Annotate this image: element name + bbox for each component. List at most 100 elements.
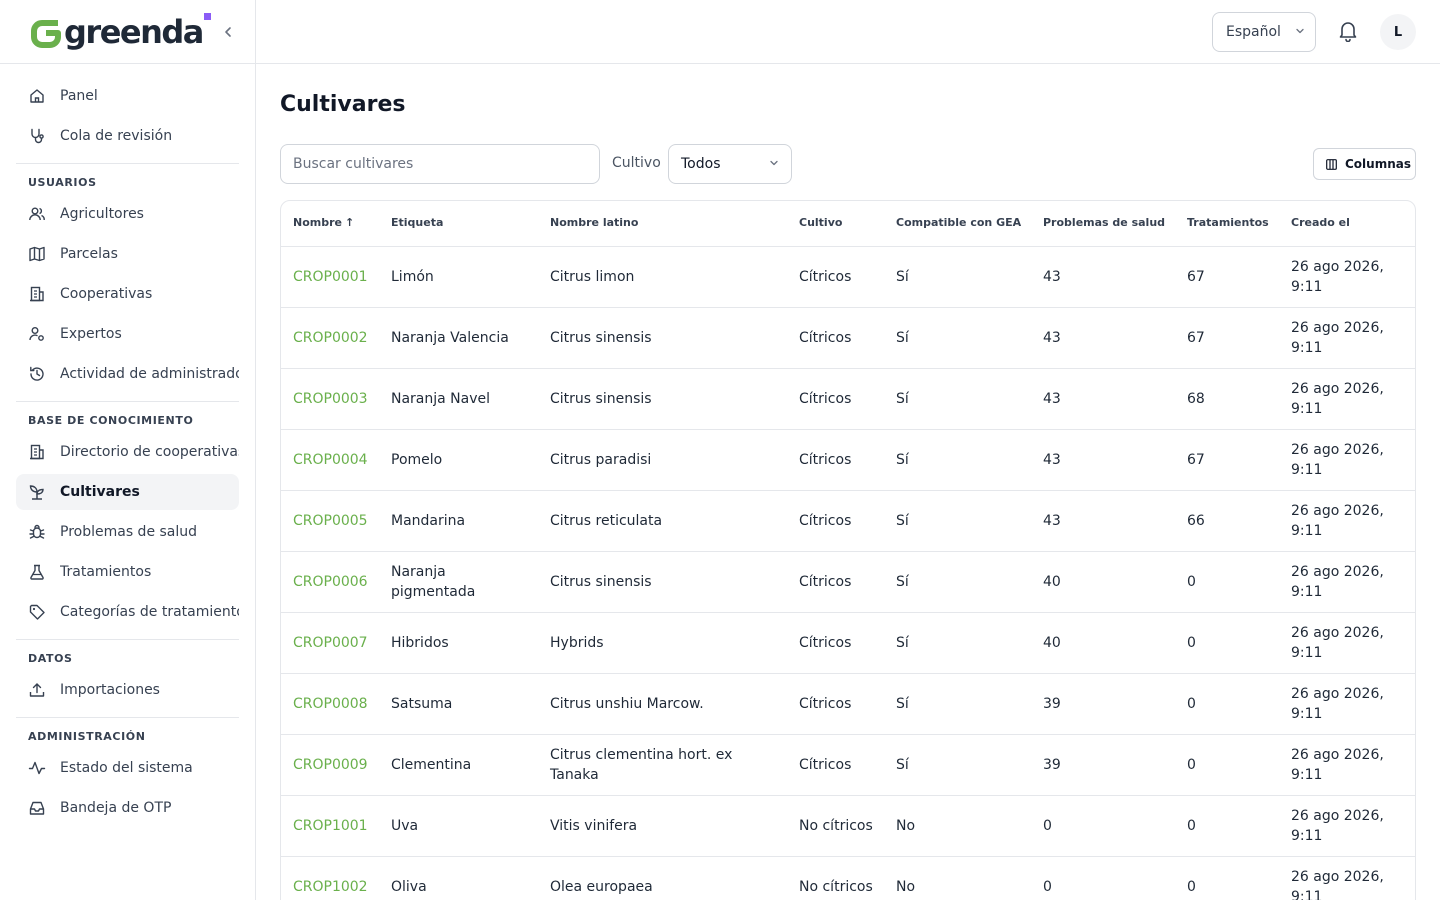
cell-crop: Cítricos (787, 307, 884, 369)
building-icon (28, 443, 46, 461)
bug-icon (28, 523, 46, 541)
cell-health-issues: 0 (1031, 856, 1175, 900)
table-row[interactable]: CROP0002 Naranja Valencia Citrus sinensis C… (281, 307, 1415, 369)
sidebar-item-expertos[interactable]: Expertos (16, 316, 239, 352)
cell-code[interactable]: CROP0005 (281, 490, 379, 552)
sidebar-item-cola-de-revision[interactable]: Cola de revisión (16, 118, 239, 154)
header-creado-el[interactable]: Creado el (1279, 201, 1415, 247)
sidebar-item-actividad-de-administrador[interactable]: Actividad de administrador (16, 356, 239, 392)
sidebar-item-panel[interactable]: Panel (16, 78, 239, 114)
table-row[interactable]: CROP0003 Naranja Navel Citrus sinensis Cítr… (281, 368, 1415, 430)
table-header-row: Nombre ↑ Etiqueta Nombre latino Cultivo Compa… (281, 201, 1415, 247)
cell-label: Oliva (379, 856, 538, 900)
cell-crop: Cítricos (787, 551, 884, 613)
cell-code[interactable]: CROP0008 (281, 673, 379, 735)
header-label: Problemas de salud (1043, 216, 1166, 230)
sidebar-item-problemas-de-salud[interactable]: Problemas de salud (16, 514, 239, 550)
sidebar-item-cultivares[interactable]: Cultivares (16, 474, 239, 510)
cell-code[interactable]: CROP1002 (281, 856, 379, 900)
header-nombre-latino[interactable]: Nombre latino (538, 201, 787, 247)
header-label: Creado el (1291, 216, 1350, 230)
inbox-icon (28, 799, 46, 817)
header-cultivo[interactable]: Cultivo (787, 201, 884, 247)
table-row[interactable]: CROP0005 Mandarina Citrus reticulata Cítric… (281, 490, 1415, 552)
sidebar-section-heading: ADMINISTRACIÓN (28, 730, 146, 743)
brand-dot (203, 12, 211, 20)
user-avatar[interactable]: L (1380, 14, 1416, 50)
sidebar-item-label: Directorio de cooperativas (60, 444, 239, 460)
search-input[interactable] (280, 144, 600, 184)
table-row[interactable]: CROP0004 Pomelo Citrus paradisi Cítricos Sí 4… (281, 429, 1415, 491)
cell-health-issues: 43 (1031, 490, 1175, 552)
sidebar-item-bandeja-de-otp[interactable]: Bandeja de OTP (16, 790, 239, 826)
cell-code[interactable]: CROP0004 (281, 429, 379, 491)
table-row[interactable]: CROP0009 Clementina Citrus clementina hort… (281, 734, 1415, 796)
cell-health-issues: 43 (1031, 246, 1175, 308)
chevron-left-icon (225, 27, 231, 37)
language-value: Español (1226, 24, 1281, 40)
cell-crop: No cítricos (787, 856, 884, 900)
cell-treatments: 67 (1175, 307, 1279, 369)
sidebar-section-heading: USUARIOS (28, 176, 97, 189)
cultivars-table: Nombre ↑ Etiqueta Nombre latino Cultivo Compa… (280, 200, 1416, 900)
sidebar-divider (16, 717, 239, 718)
cell-treatments: 0 (1175, 551, 1279, 613)
columns-button[interactable]: Columnas (1313, 148, 1416, 180)
cell-created-at: 26 ago 2026, 9:11 (1279, 612, 1415, 674)
sidebar-item-parcelas[interactable]: Parcelas (16, 236, 239, 272)
cell-gea-compatible: No (884, 856, 1031, 900)
users-icon (28, 205, 46, 223)
building-icon (28, 285, 46, 303)
notifications-bell-icon[interactable] (1338, 20, 1358, 43)
cell-code[interactable]: CROP0002 (281, 307, 379, 369)
sidebar-item-label: Estado del sistema (60, 760, 193, 776)
cell-created-at: 26 ago 2026, 9:11 (1279, 551, 1415, 613)
tag-icon (28, 603, 46, 621)
sidebar-item-cooperativas[interactable]: Cooperativas (16, 276, 239, 312)
cell-code[interactable]: CROP0009 (281, 734, 379, 796)
cell-health-issues: 39 (1031, 734, 1175, 796)
cell-code[interactable]: CROP1001 (281, 795, 379, 857)
header-compatible-gea[interactable]: Compatible con GEA (884, 201, 1031, 247)
cell-code[interactable]: CROP0006 (281, 551, 379, 613)
header-etiqueta[interactable]: Etiqueta (379, 201, 538, 247)
table-row[interactable]: CROP0006 Naranja pigmentada Citrus sinensi… (281, 551, 1415, 613)
cell-health-issues: 43 (1031, 307, 1175, 369)
greenda-logo[interactable]: greenda (28, 12, 211, 49)
sidebar-item-label: Expertos (60, 326, 122, 342)
cell-code[interactable]: CROP0007 (281, 612, 379, 674)
table-row[interactable]: CROP0001 Limón Citrus limon Cítricos Sí 43 67 2… (281, 246, 1415, 308)
sidebar-item-label: Cooperativas (60, 286, 153, 302)
table-row[interactable]: CROP1001 Uva Vitis vinifera No cítricos No 0 0… (281, 795, 1415, 857)
header-tratamientos[interactable]: Tratamientos (1175, 201, 1279, 247)
map-icon (28, 245, 46, 263)
table-row[interactable]: CROP0008 Satsuma Citrus unshiu Marcow. Cítr… (281, 673, 1415, 735)
sidebar-item-importaciones[interactable]: Importaciones (16, 672, 239, 708)
sidebar: greenda Panel Cola de revisión USUARIOS Agr… (0, 0, 256, 900)
cell-label: Clementina (379, 734, 538, 796)
sidebar-item-tratamientos[interactable]: Tratamientos (16, 554, 239, 590)
page-title: Cultivares (280, 92, 406, 117)
collapse-sidebar-button[interactable] (218, 22, 238, 42)
table-row[interactable]: CROP1002 Oliva Olea europaea No cítricos No 0… (281, 856, 1415, 900)
cell-created-at: 26 ago 2026, 9:11 (1279, 734, 1415, 796)
cell-latin-name: Vitis vinifera (538, 795, 787, 857)
table-row[interactable]: CROP0007 Hibridos Hybrids Cítricos Sí 40 0 26 a… (281, 612, 1415, 674)
cell-created-at: 26 ago 2026, 9:11 (1279, 307, 1415, 369)
header-label: Compatible con GEA (896, 216, 1022, 230)
sidebar-item-directorio-de-cooperativas[interactable]: Directorio de cooperativas (16, 434, 239, 470)
crop-filter-label: Cultivo (612, 155, 661, 171)
sidebar-item-agricultores[interactable]: Agricultores (16, 196, 239, 232)
language-select[interactable]: Español (1212, 12, 1316, 52)
cell-crop: Cítricos (787, 734, 884, 796)
header-problemas-salud[interactable]: Problemas de salud (1031, 201, 1175, 247)
stethoscope-icon (28, 127, 46, 145)
cell-code[interactable]: CROP0001 (281, 246, 379, 308)
cell-crop: No cítricos (787, 795, 884, 857)
cell-latin-name: Citrus limon (538, 246, 787, 308)
sidebar-item-estado-del-sistema[interactable]: Estado del sistema (16, 750, 239, 786)
cell-code[interactable]: CROP0003 (281, 368, 379, 430)
crop-filter-select[interactable]: Todos (668, 144, 792, 184)
header-nombre[interactable]: Nombre ↑ (281, 201, 379, 247)
sidebar-item-categorias-de-tratamiento[interactable]: Categorías de tratamiento (16, 594, 239, 630)
